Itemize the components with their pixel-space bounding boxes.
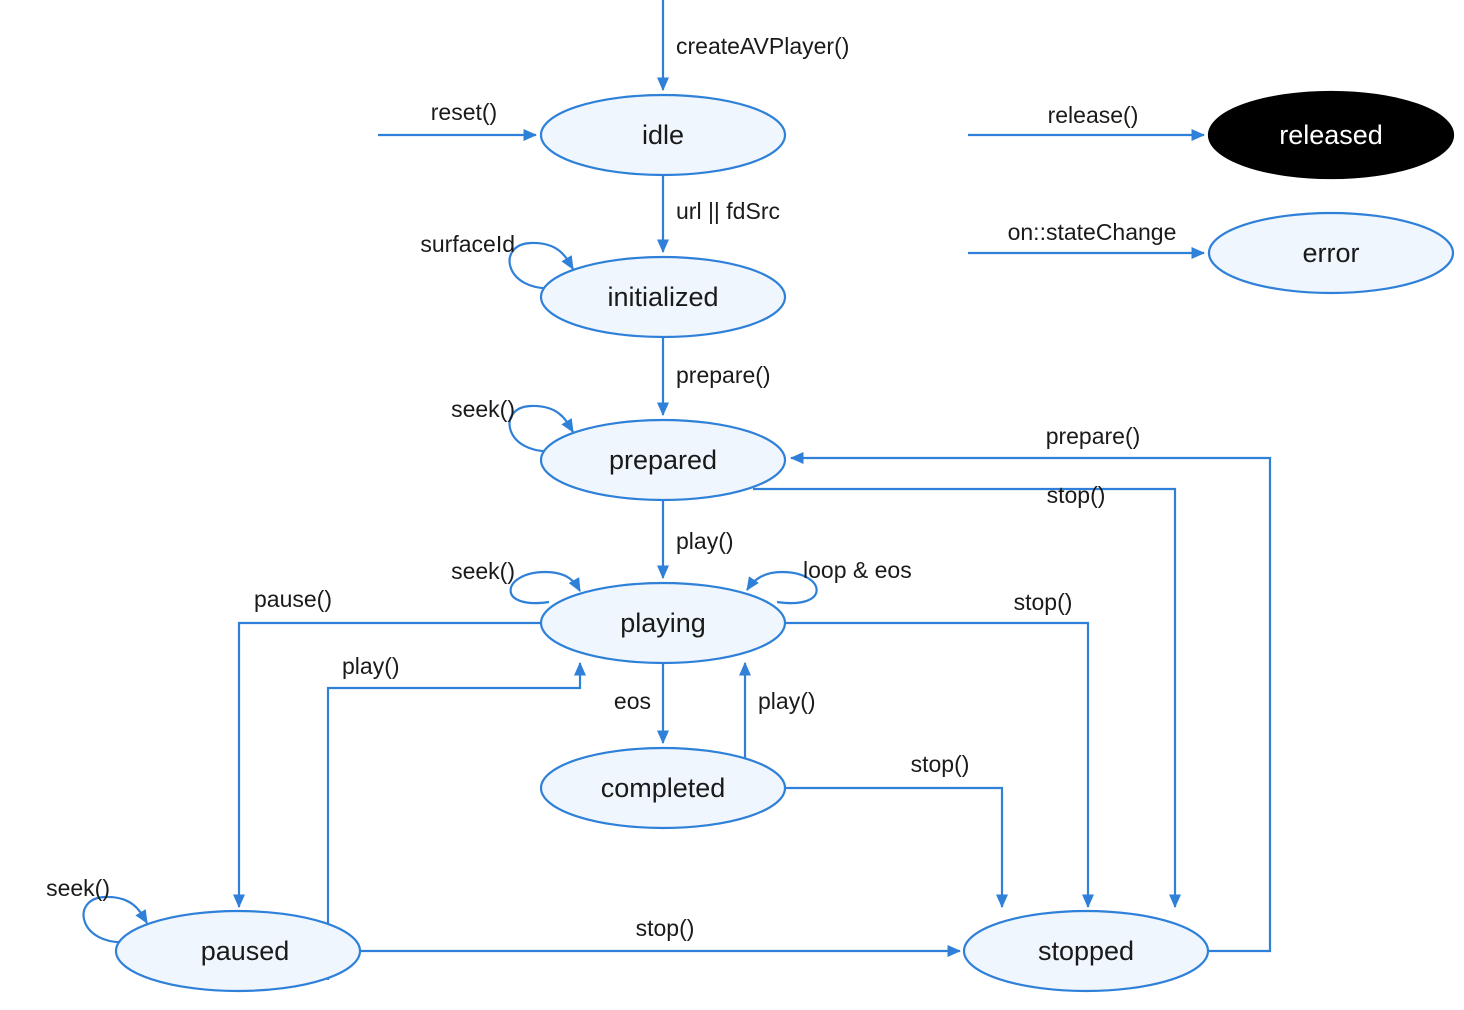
edge-label-release: release() [1048, 102, 1139, 128]
edge-label-pause: pause() [254, 586, 332, 612]
edge-label-stop-paused: stop() [636, 915, 695, 941]
edge-label-stop-playing: stop() [1014, 589, 1073, 615]
edge-label-create-avplayer: createAVPlayer() [676, 33, 849, 59]
state-label-released: released [1279, 120, 1383, 150]
edge-label-on-statechange: on::stateChange [1008, 219, 1177, 245]
state-node-stopped[interactable]: stopped [962, 909, 1210, 993]
state-label-idle: idle [642, 120, 684, 150]
edge-label-play-paused: play() [342, 653, 400, 679]
state-node-released[interactable]: released [1207, 90, 1455, 180]
state-label-initialized: initialized [607, 282, 718, 312]
edge-play-paused [326, 661, 587, 980]
state-machine-diagram: idle initialized prepared playing comple… [46, 0, 1455, 993]
state-label-playing: playing [620, 608, 706, 638]
edge-label-seek-playing: seek() [451, 558, 515, 584]
edge-label-seek-prepared: seek() [451, 396, 515, 422]
state-node-idle[interactable]: idle [539, 93, 787, 177]
edge-prepare-again [789, 451, 1272, 953]
edge-stop-prepared [753, 487, 1182, 909]
state-node-error[interactable]: error [1207, 211, 1455, 295]
edge-label-reset: reset() [431, 99, 497, 125]
edge-label-url-fdsrc: url || fdSrc [676, 198, 780, 224]
states-layer: idle initialized prepared playing comple… [114, 90, 1455, 993]
edge-label-loop-eos: loop & eos [803, 557, 912, 583]
edge-label-surfaceid: surfaceId [420, 231, 515, 257]
edge-label-stop-prepared: stop() [1047, 482, 1106, 508]
state-node-completed[interactable]: completed [539, 746, 787, 830]
edge-stop-completed [785, 786, 1009, 909]
state-label-paused: paused [201, 936, 290, 966]
state-node-playing[interactable]: playing [539, 581, 787, 665]
edge-label-stop-completed: stop() [911, 751, 970, 777]
state-node-prepared[interactable]: prepared [539, 418, 787, 502]
state-label-prepared: prepared [609, 445, 717, 475]
edge-label-play-completed: play() [758, 688, 816, 714]
state-node-paused[interactable]: paused [114, 909, 362, 993]
edge-label-play-prepared: play() [676, 528, 734, 554]
state-diagram-canvas: idle initialized prepared playing comple… [0, 0, 1464, 1010]
state-node-initialized[interactable]: initialized [539, 255, 787, 339]
edge-label-prepare: prepare() [676, 362, 771, 388]
state-label-error: error [1302, 238, 1359, 268]
edge-label-eos: eos [614, 688, 651, 714]
edge-label-prepare-again: prepare() [1046, 423, 1141, 449]
edge-label-seek-paused: seek() [46, 875, 110, 901]
state-label-completed: completed [601, 773, 726, 803]
state-label-stopped: stopped [1038, 936, 1134, 966]
